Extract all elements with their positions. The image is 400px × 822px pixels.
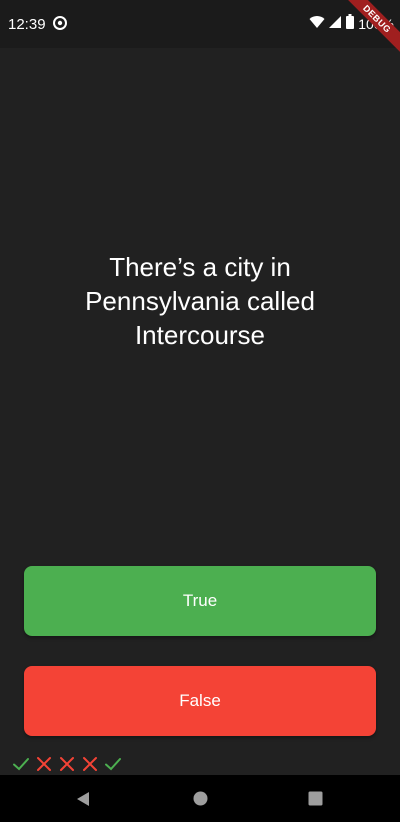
close-icon [58,755,76,773]
status-icons: 100% [309,14,394,34]
notification-icon [52,15,68,31]
true-button-label: True [182,591,218,610]
wifi-icon [309,15,325,34]
battery-icon [346,14,355,34]
battery-percent: 100% [358,16,394,32]
false-button-label: False [179,691,221,710]
recents-icon[interactable] [308,791,323,811]
status-bar: 12:39 100% [0,0,400,48]
check-icon [104,755,122,773]
system-nav-bar [0,775,400,822]
score-keeper [12,755,122,773]
status-time: 12:39 [8,16,46,33]
back-icon[interactable] [76,791,90,812]
close-icon [35,755,53,773]
quiz-screen: 12:39 100% DEBUG There’s a city in Penns… [0,0,400,822]
home-icon[interactable] [193,791,208,811]
true-button[interactable]: True [24,566,376,636]
false-button[interactable]: False [24,666,376,736]
question-text: There’s a city in Pennsylvania called In… [85,252,315,350]
close-icon [81,755,99,773]
check-icon [12,755,30,773]
signal-icon [329,15,342,34]
